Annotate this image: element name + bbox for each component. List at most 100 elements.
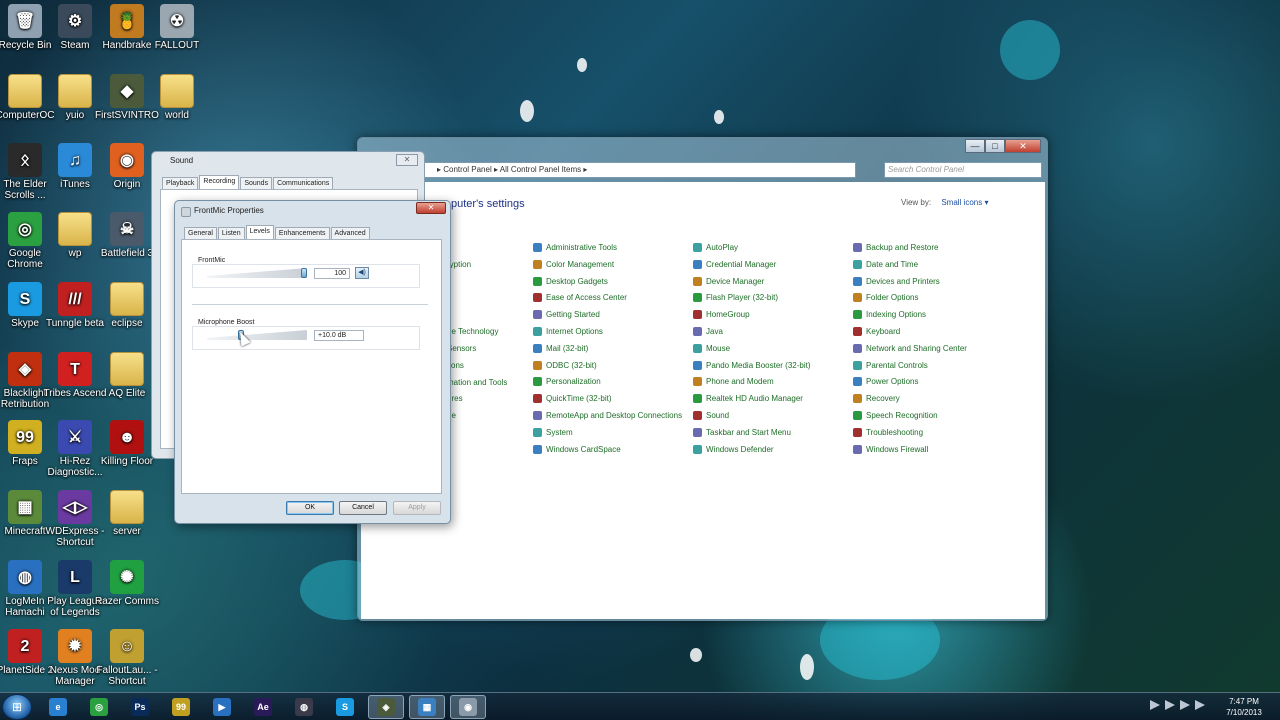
desktop-icon[interactable]: ☢ FALLOUT — [144, 4, 210, 51]
control-panel-item-label: Color Management — [546, 259, 615, 269]
control-panel-item[interactable]: Taskbar and Start Menu — [693, 427, 791, 437]
control-panel-item[interactable]: Phone and Modem — [693, 377, 774, 387]
app-icon: ☠ — [110, 212, 144, 246]
control-panel-item-icon — [533, 343, 542, 353]
control-panel-item[interactable]: Java — [693, 327, 723, 336]
taskbar-app-chrome[interactable]: ◎ — [81, 695, 117, 719]
control-panel-item[interactable]: Date and Time — [853, 259, 918, 269]
control-panel-item[interactable]: Realtek HD Audio Manager — [693, 394, 803, 404]
control-panel-item[interactable]: AutoPlay — [693, 243, 738, 252]
control-panel-item[interactable]: Power Options — [853, 377, 919, 387]
cancel-button[interactable]: Cancel — [339, 501, 387, 515]
control-panel-item[interactable]: Sound — [693, 411, 729, 420]
control-panel-item[interactable]: QuickTime (32-bit) — [533, 394, 612, 404]
control-panel-item[interactable]: HomeGroup — [693, 310, 750, 320]
frontmic-level-input[interactable]: 100 — [314, 268, 350, 279]
control-panel-item[interactable]: Speech Recognition — [853, 411, 938, 420]
search-input[interactable]: Search Control Panel — [884, 162, 1042, 178]
control-panel-item[interactable]: Indexing Options — [853, 310, 926, 320]
taskbar-app-skype[interactable]: S — [327, 695, 363, 719]
control-panel-item[interactable]: Windows CardSpace — [533, 444, 621, 454]
speaker-mute-icon[interactable]: ◀) — [355, 267, 369, 279]
taskbar-app-aftereffects[interactable]: Ae — [245, 695, 281, 719]
control-panel-item[interactable]: Mouse — [693, 343, 730, 353]
control-panel-item[interactable]: Recovery — [853, 394, 900, 404]
control-panel-item[interactable]: Color Management — [533, 259, 615, 269]
control-panel-window[interactable]: — □ ✕ ▸ Control Panel ▸ All Control Pane… — [357, 137, 1048, 621]
tab-enhancements[interactable]: Enhancements — [274, 227, 330, 239]
taskbar-app-app[interactable]: ◈ — [368, 695, 404, 719]
control-panel-item-partial[interactable]: mation and Tools — [447, 378, 507, 387]
view-by-dropdown[interactable]: Small icons ▾ — [941, 198, 988, 207]
control-panel-item-label: System — [546, 427, 573, 437]
control-panel-item-label: Java — [706, 327, 723, 336]
start-button[interactable]: ⊞ — [2, 694, 32, 720]
tab-listen[interactable]: Listen — [217, 227, 245, 239]
taskbar-app-ie[interactable]: e — [40, 695, 76, 719]
tab-levels[interactable]: Levels — [245, 225, 274, 239]
control-panel-item[interactable]: Parental Controls — [853, 360, 928, 370]
control-panel-item-partial[interactable]: ge Technology — [447, 327, 498, 336]
control-panel-item[interactable]: Flash Player (32-bit) — [693, 293, 778, 303]
close-button[interactable]: ✕ — [396, 154, 418, 166]
control-panel-item[interactable]: RemoteApp and Desktop Connections — [533, 411, 682, 420]
taskbar-app-controlpanel[interactable]: ▦ — [409, 695, 445, 719]
taskbar-app-obs[interactable]: ◍ — [286, 695, 322, 719]
control-panel-item[interactable]: Mail (32-bit) — [533, 343, 588, 353]
control-panel-item[interactable]: Pando Media Booster (32-bit) — [693, 360, 811, 370]
control-panel-item[interactable]: Folder Options — [853, 293, 918, 303]
tab-recording[interactable]: Recording — [199, 175, 240, 189]
network-icon[interactable] — [1180, 700, 1190, 710]
breadcrumb-control-panel[interactable]: Control Panel — [443, 165, 491, 174]
close-button[interactable]: ✕ — [1005, 139, 1041, 153]
control-panel-item[interactable]: Getting Started — [533, 310, 600, 320]
control-panel-item[interactable]: Keyboard — [853, 327, 900, 336]
control-panel-item[interactable]: Windows Firewall — [853, 444, 928, 454]
control-panel-item[interactable]: Network and Sharing Center — [853, 343, 967, 353]
desktop-icon[interactable]: server — [94, 490, 160, 537]
ok-button[interactable]: OK — [286, 501, 334, 515]
minimize-button[interactable]: — — [965, 139, 985, 153]
close-button[interactable]: ✕ — [416, 202, 446, 214]
tab-general[interactable]: General — [184, 227, 217, 239]
tab-playback[interactable]: Playback — [162, 177, 199, 189]
control-panel-item[interactable]: Personalization — [533, 377, 601, 387]
control-panel-item[interactable]: Desktop Gadgets — [533, 276, 608, 286]
frontmic-properties-dialog[interactable]: FrontMic Properties ✕ General Listen Lev… — [174, 200, 451, 524]
control-panel-item[interactable]: Devices and Printers — [853, 276, 940, 286]
control-panel-item[interactable]: Credential Manager — [693, 259, 776, 269]
boost-level-input[interactable]: +10.0 dB — [314, 330, 364, 341]
control-panel-item[interactable]: Device Manager — [693, 276, 764, 286]
frontmic-slider-thumb[interactable] — [301, 268, 307, 278]
control-panel-item-label: Power Options — [866, 377, 919, 387]
breadcrumb-all-items[interactable]: All Control Panel Items — [500, 165, 581, 174]
tab-advanced[interactable]: Advanced — [330, 227, 370, 239]
taskbar-app-sound[interactable]: ◉ — [450, 695, 486, 719]
control-panel-item[interactable]: Administrative Tools — [533, 243, 617, 252]
taskbar-app-media[interactable]: ▶ — [204, 695, 240, 719]
tab-sounds[interactable]: Sounds — [240, 177, 273, 189]
address-bar[interactable]: ▸ Control Panel ▸ All Control Panel Item… — [424, 162, 856, 178]
maximize-button[interactable]: □ — [985, 139, 1005, 153]
control-panel-item[interactable]: System — [533, 427, 573, 437]
desktop-icon[interactable]: world — [144, 74, 210, 121]
control-panel-item[interactable]: Backup and Restore — [853, 243, 939, 252]
app-icon: ☻ — [110, 420, 144, 454]
control-panel-item[interactable]: Troubleshooting — [853, 427, 923, 437]
flag-icon[interactable] — [1165, 700, 1175, 710]
desktop-icon[interactable]: ✺ Razer Comms — [94, 560, 160, 607]
volume-icon[interactable] — [1195, 700, 1205, 710]
control-panel-item[interactable]: Windows Defender — [693, 444, 774, 454]
tab-communications[interactable]: Communications — [273, 177, 334, 189]
taskbar-app-photoshop[interactable]: Ps — [122, 695, 158, 719]
desktop-icon[interactable]: ☺ FalloutLau... - Shortcut — [94, 629, 160, 687]
control-panel-item[interactable]: Ease of Access Center — [533, 293, 627, 303]
clock[interactable]: 7:47 PM 7/10/2013 — [1222, 696, 1266, 718]
taskbar-app-fraps[interactable]: 99 — [163, 695, 199, 719]
app-icon: S — [8, 282, 42, 316]
tray-arrow-icon[interactable] — [1150, 700, 1160, 710]
control-panel-item-partial[interactable]: Sensors — [447, 344, 476, 353]
control-panel-item[interactable]: Internet Options — [533, 327, 603, 336]
control-panel-item[interactable]: ODBC (32-bit) — [533, 360, 597, 370]
apply-button[interactable]: Apply — [393, 501, 441, 515]
